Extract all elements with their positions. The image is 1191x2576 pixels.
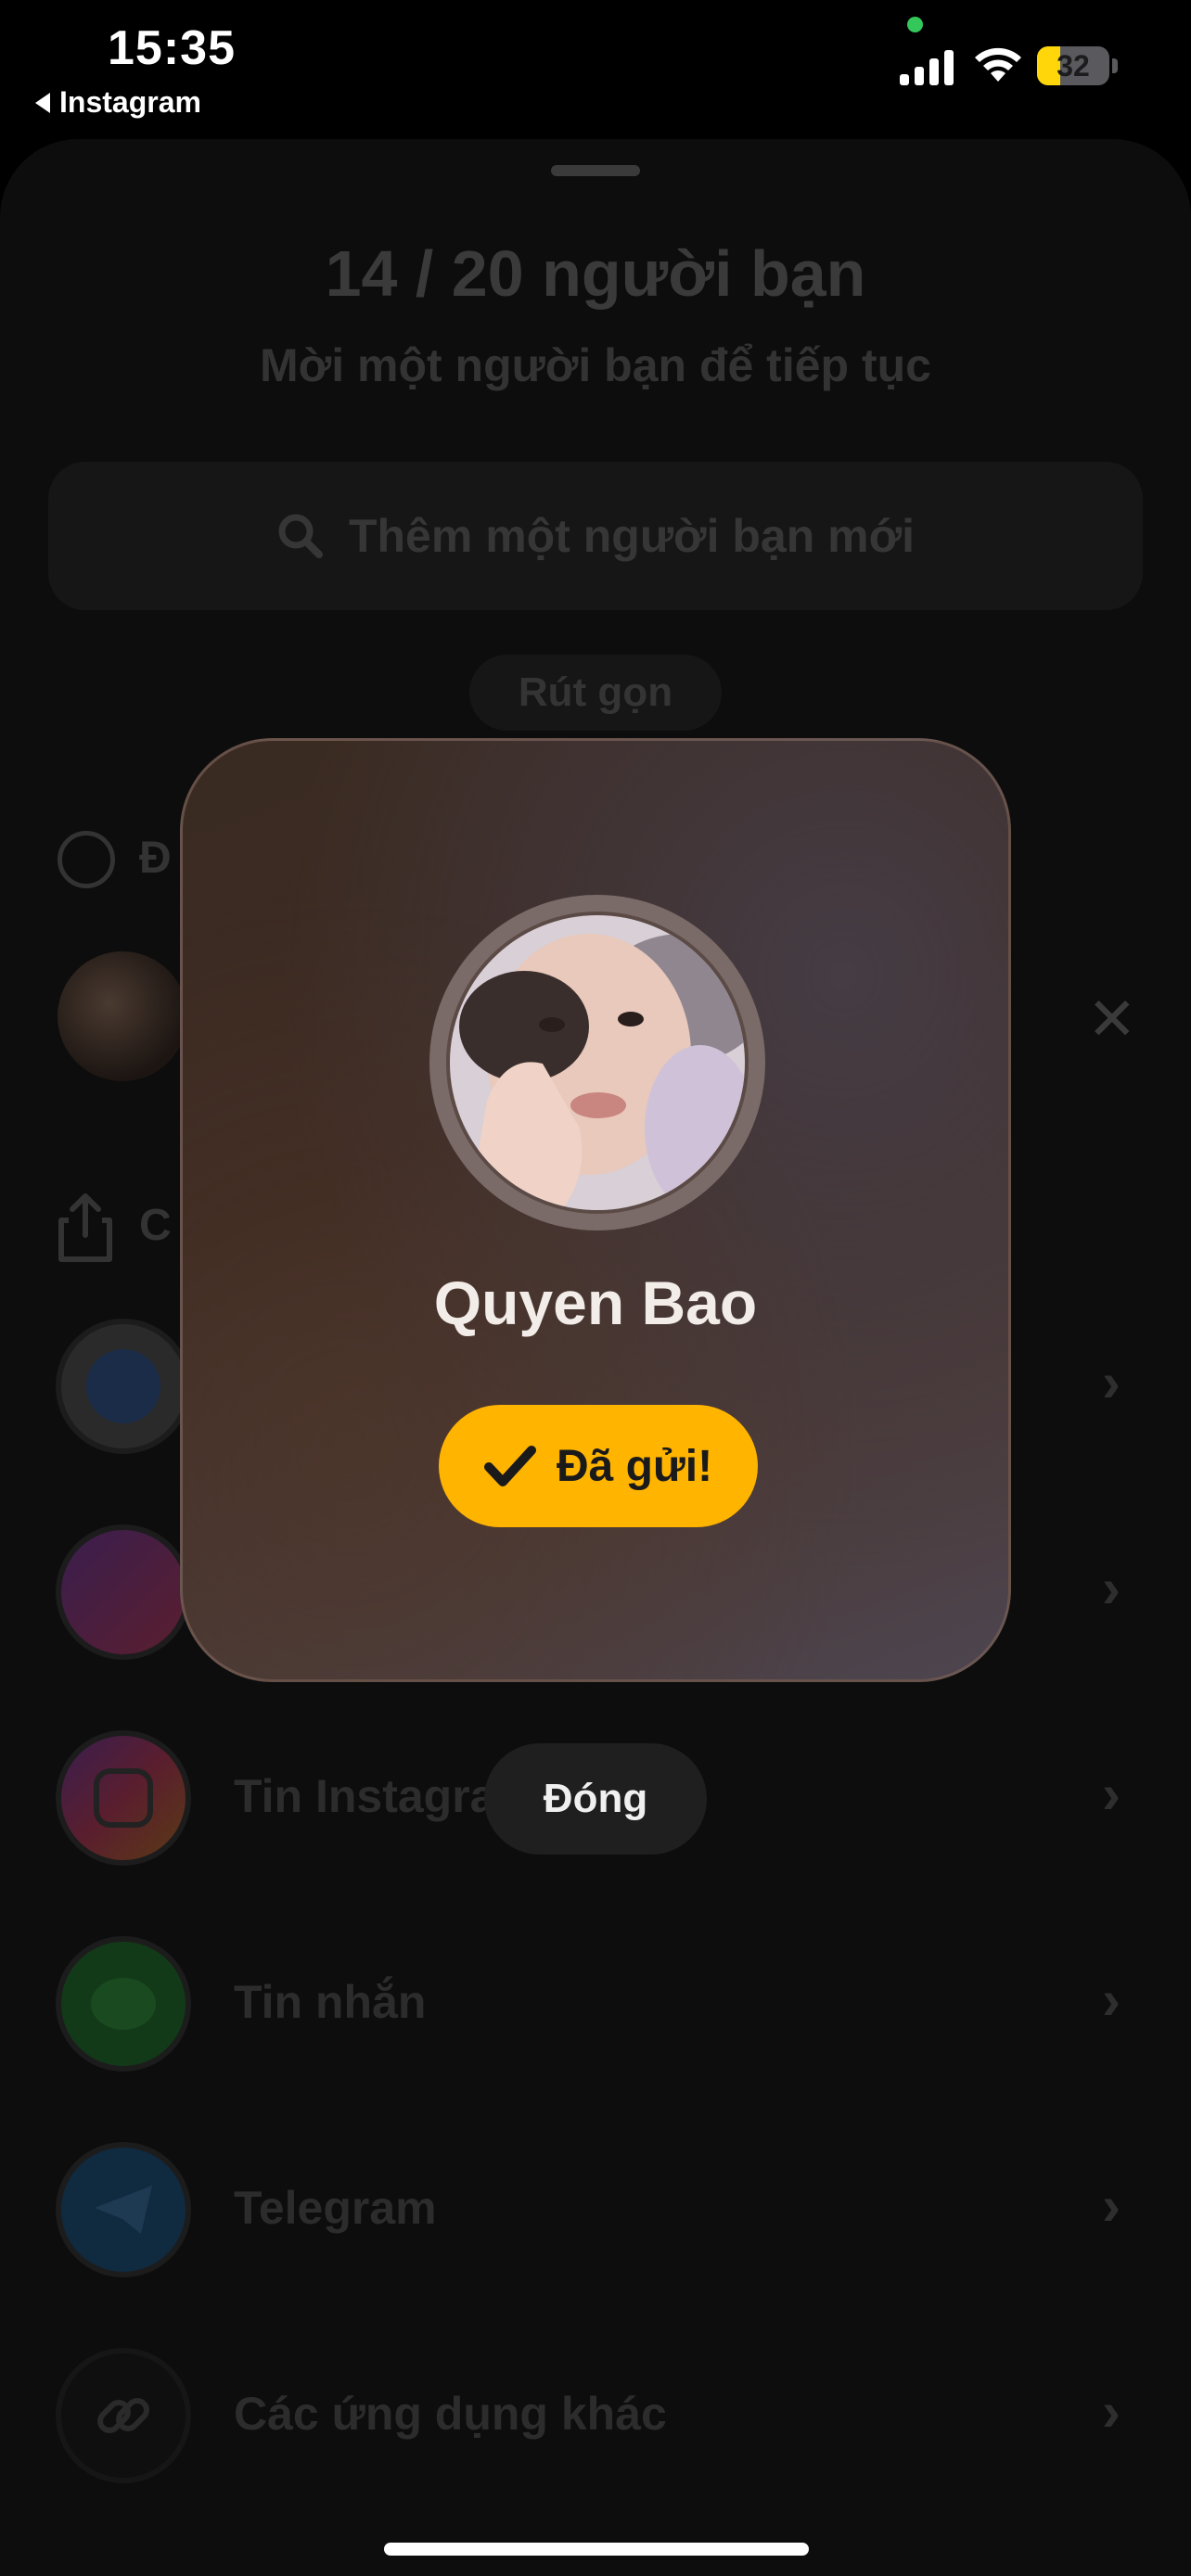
- check-circle-icon: [58, 831, 115, 888]
- share-option-telegram[interactable]: Telegram ›: [0, 2122, 1191, 2298]
- message-icon: [56, 1936, 191, 2072]
- remove-friend-icon[interactable]: ✕: [1087, 985, 1137, 1054]
- back-arrow-icon: [35, 92, 50, 113]
- telegram-icon: [56, 2142, 191, 2277]
- back-app-label: Instagram: [59, 85, 201, 119]
- home-indicator[interactable]: [384, 2543, 809, 2556]
- share-option-messages[interactable]: Tin nhắn ›: [0, 1916, 1191, 2092]
- instagram-icon: [56, 1730, 191, 1866]
- chevron-right-icon: ›: [1102, 1557, 1121, 1619]
- share-option-label: Telegram: [234, 2182, 437, 2234]
- link-icon: [56, 2348, 191, 2483]
- friends-section-label: Đ: [139, 834, 172, 883]
- chevron-right-icon: ›: [1102, 1351, 1121, 1413]
- sheet-subtitle: Mời một người bạn để tiếp tục: [260, 339, 931, 391]
- messenger-icon: [56, 1524, 191, 1660]
- chevron-right-icon: ›: [1102, 2380, 1121, 2442]
- search-placeholder: Thêm một người bạn mới: [348, 510, 916, 562]
- wifi-icon: [975, 47, 1021, 82]
- privacy-indicator-dot: [907, 17, 923, 32]
- profile-name: Quyen Bao: [433, 1269, 758, 1337]
- chevron-right-icon: ›: [1102, 2174, 1121, 2237]
- share-option-other-apps[interactable]: Các ứng dụng khác ›: [0, 2327, 1191, 2504]
- checkmark-icon: [483, 1446, 536, 1486]
- chevron-right-icon: ›: [1102, 1763, 1121, 1825]
- add-friend-search[interactable]: Thêm một người bạn mới: [48, 462, 1143, 610]
- request-sent-modal: Quyen Bao Đã gửi!: [180, 738, 1011, 1682]
- battery-tip: [1112, 58, 1118, 73]
- status-time: 15:35: [108, 21, 236, 75]
- chevron-right-icon: ›: [1102, 1969, 1121, 2031]
- battery-percent: 32: [1057, 48, 1090, 83]
- sent-label: Đã gửi!: [556, 1441, 713, 1491]
- back-to-app-link[interactable]: Instagram: [35, 85, 201, 120]
- sheet-grabber[interactable]: [551, 165, 640, 176]
- friend-avatar[interactable]: [58, 951, 187, 1081]
- profile-avatar: [429, 895, 765, 1231]
- messenger-icon: [56, 1319, 191, 1454]
- profile-photo: [450, 915, 745, 1210]
- sent-status-button[interactable]: Đã gửi!: [439, 1405, 758, 1527]
- share-icon: [58, 1193, 112, 1262]
- share-option-label: Các ứng dụng khác: [234, 2388, 667, 2440]
- share-option-label: Tin nhắn: [234, 1976, 427, 2028]
- collapse-button[interactable]: Rút gọn: [469, 655, 722, 731]
- battery-indicator: 32: [1037, 46, 1109, 85]
- cellular-signal-icon: [900, 48, 954, 85]
- friends-count-title: 14 / 20 người bạn: [325, 237, 866, 310]
- close-button[interactable]: Đóng: [484, 1743, 707, 1855]
- share-section-label: C: [139, 1201, 172, 1250]
- search-icon: [278, 514, 323, 558]
